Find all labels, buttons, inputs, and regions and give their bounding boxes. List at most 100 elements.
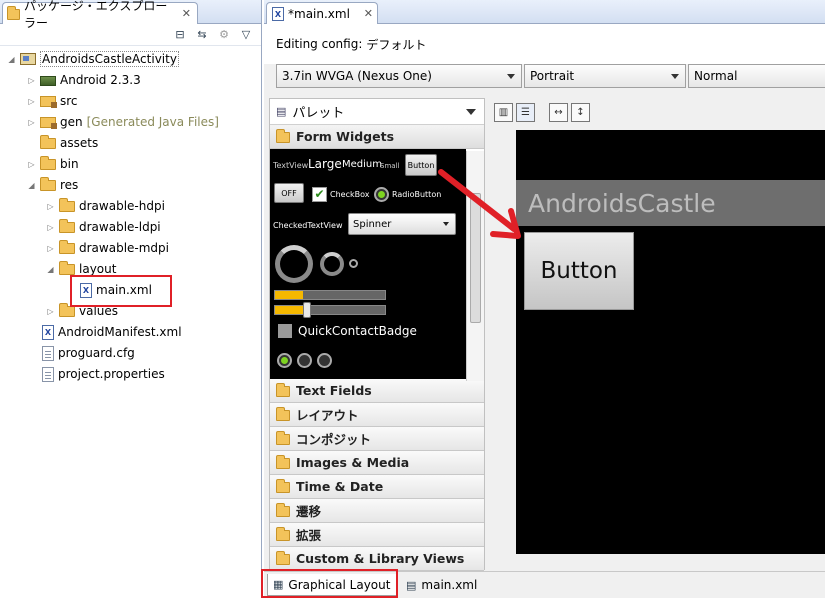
close-icon[interactable]: ✕ <box>182 7 191 20</box>
widget-spinner[interactable]: Spinner <box>348 213 456 235</box>
palette-title: パレット <box>292 106 345 121</box>
checkbox-checked-icon: ✔ <box>312 187 327 202</box>
tab-main-xml-source[interactable]: ▤ main.xml <box>401 574 481 596</box>
seek-fill <box>275 306 303 314</box>
quickcontactbadge-label: QuickContactBadge <box>298 324 417 338</box>
palette-scrollbar[interactable] <box>466 151 484 381</box>
tree-item-label: Android 2.3.3 <box>60 73 141 87</box>
layout-horizontal-icon[interactable]: ▥ <box>494 103 513 122</box>
widget-quickcontactbadge[interactable]: QuickContactBadge <box>278 324 417 338</box>
xml-file-icon: X <box>42 324 54 340</box>
palette-category[interactable]: 遷移 <box>270 499 484 523</box>
category-label: Form Widgets <box>296 129 395 144</box>
expanded-arrow-icon[interactable]: ◢ <box>46 265 55 274</box>
widget-small-text[interactable]: Small <box>380 162 399 170</box>
radiobutton-label: RadioButton <box>392 190 442 199</box>
widget-checkedtextview[interactable]: CheckedTextView <box>273 221 343 230</box>
collapsed-arrow-icon[interactable]: ▷ <box>27 76 36 85</box>
widget-radiobutton[interactable]: RadioButton <box>374 187 441 202</box>
contact-badge-icon <box>278 324 292 338</box>
widget-button[interactable]: Button <box>405 154 437 176</box>
tree-item-src[interactable]: ▷ src <box>27 91 78 111</box>
folder-icon <box>276 382 290 397</box>
collapsed-arrow-icon[interactable]: ▷ <box>27 160 36 169</box>
palette-category[interactable]: Text Fields <box>270 379 484 403</box>
tree-item-proguard[interactable]: proguard.cfg <box>42 343 135 363</box>
tree-item-project[interactable]: ◢ AndroidsCastleActivity <box>7 49 179 69</box>
collapsed-arrow-icon[interactable]: ▷ <box>46 223 55 232</box>
widget-progress-medium-icon[interactable] <box>320 252 344 276</box>
widget-textview[interactable]: TextView <box>273 161 308 170</box>
folder-icon <box>276 406 290 421</box>
tree-item-label: src <box>60 94 78 108</box>
tree-item-drawable-ldpi[interactable]: ▷ drawable-ldpi <box>46 217 161 237</box>
widget-toggle-button[interactable]: OFF <box>274 183 304 203</box>
config-label: Editing config: <box>276 37 363 51</box>
editor-tab-main-xml[interactable]: X *main.xml ✕ <box>266 2 378 24</box>
widget-radiogroup[interactable] <box>277 353 332 368</box>
palette-category[interactable]: Time & Date <box>270 475 484 499</box>
widget-checkbox[interactable]: ✔ CheckBox <box>312 187 369 202</box>
toggle-label: OFF <box>281 188 297 198</box>
fill-height-icon[interactable]: ↕ <box>571 103 590 122</box>
scrollbar-thumb[interactable] <box>470 193 481 323</box>
tree-item-project-properties[interactable]: project.properties <box>42 364 165 384</box>
seek-thumb-icon[interactable] <box>303 302 311 318</box>
canvas-button[interactable]: Button <box>524 232 634 310</box>
category-label: 拡張 <box>296 528 322 543</box>
widget-seekbar[interactable] <box>274 302 386 318</box>
tree-item-bin[interactable]: ▷ bin <box>27 154 79 174</box>
collapsed-arrow-icon[interactable]: ▷ <box>46 244 55 253</box>
orientation-select[interactable]: Portrait <box>524 64 686 88</box>
theme-select[interactable]: Normal <box>688 64 825 88</box>
chevron-down-icon[interactable] <box>466 109 476 115</box>
package-explorer-tab[interactable]: パッケージ・エクスプローラー ✕ <box>2 0 198 30</box>
layout-vertical-icon[interactable]: ☰ <box>516 103 535 122</box>
collapsed-arrow-icon[interactable]: ▷ <box>46 307 55 316</box>
tree-item-label: proguard.cfg <box>58 346 135 360</box>
device-select[interactable]: 3.7in WVGA (Nexus One) <box>276 64 522 88</box>
chevron-down-icon[interactable]: ▽ <box>239 28 253 42</box>
checkbox-label: CheckBox <box>330 190 370 199</box>
collapsed-arrow-icon[interactable]: ▷ <box>46 202 55 211</box>
highlight-box-main-xml <box>70 275 172 307</box>
palette-category[interactable]: Images & Media <box>270 451 484 475</box>
config-value[interactable]: デフォルト <box>366 36 426 53</box>
palette-header[interactable]: ▤ パレット <box>270 99 484 125</box>
widget-horizontal-progress[interactable] <box>274 290 386 300</box>
close-icon[interactable]: ✕ <box>364 7 373 20</box>
tree-item-drawable-hdpi[interactable]: ▷ drawable-hdpi <box>46 196 165 216</box>
app-title-bar: AndroidsCastle <box>516 180 825 226</box>
collapsed-arrow-icon[interactable]: ▷ <box>27 118 36 127</box>
fill-width-icon[interactable]: ↔ <box>549 103 568 122</box>
folder-icon <box>276 526 290 541</box>
widget-progress-large-icon[interactable] <box>275 245 313 283</box>
palette-icon: ▤ <box>276 105 287 118</box>
expanded-arrow-icon[interactable]: ◢ <box>7 55 16 64</box>
tree-item-res[interactable]: ◢ res <box>27 175 78 195</box>
package-folder-icon <box>40 96 57 108</box>
widget-progress-small-icon[interactable] <box>349 259 358 268</box>
category-label: コンポジット <box>296 432 372 447</box>
link-with-editor-icon[interactable]: ⇆ <box>195 28 209 42</box>
palette-category[interactable]: コンポジット <box>270 427 484 451</box>
collapsed-arrow-icon[interactable]: ▷ <box>27 97 36 106</box>
folder-icon <box>276 430 290 445</box>
widget-large-text[interactable]: Large <box>308 157 342 171</box>
palette-category[interactable]: Custom & Library Views <box>270 547 484 571</box>
tree-item-android-lib[interactable]: ▷ Android 2.3.3 <box>27 70 141 90</box>
widget-medium-text[interactable]: Medium <box>342 159 382 170</box>
palette-category-form-widgets[interactable]: Form Widgets <box>270 125 484 149</box>
tree-item-manifest[interactable]: X AndroidManifest.xml <box>42 322 182 342</box>
tree-item-drawable-mdpi[interactable]: ▷ drawable-mdpi <box>46 238 169 258</box>
folder-icon <box>59 261 75 275</box>
tree-item-gen[interactable]: ▷ gen [Generated Java Files] <box>27 112 219 132</box>
expanded-arrow-icon[interactable]: ◢ <box>27 181 36 190</box>
file-icon <box>42 366 54 382</box>
tree-item-label: gen <box>60 115 83 129</box>
palette-category[interactable]: 拡張 <box>270 523 484 547</box>
palette-category[interactable]: レイアウト <box>270 403 484 427</box>
view-menu-icon[interactable]: ⚙ <box>217 28 231 42</box>
category-label: Time & Date <box>296 479 384 494</box>
tree-item-assets[interactable]: assets <box>27 133 98 153</box>
